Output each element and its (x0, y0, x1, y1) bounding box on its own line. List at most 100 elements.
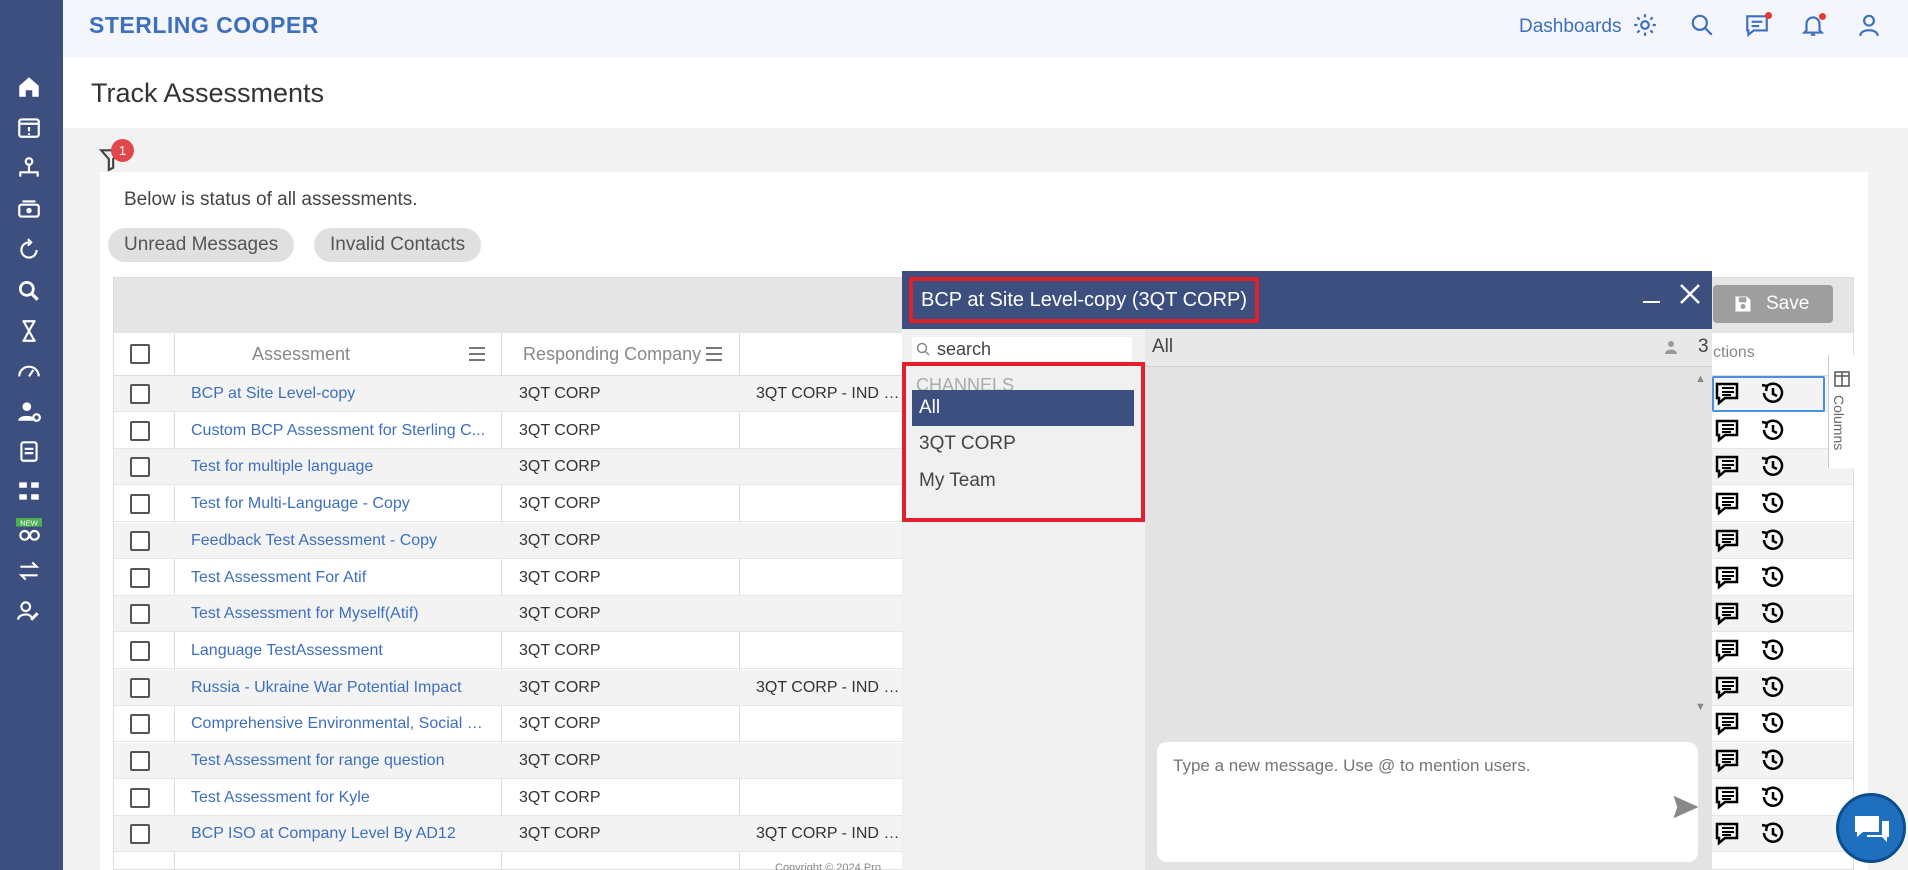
assessment-link[interactable]: Feedback Test Assessment - Copy (191, 523, 491, 559)
user-profile-icon[interactable] (1856, 12, 1886, 42)
message-list-icon[interactable] (1713, 819, 1741, 847)
gauge-icon[interactable] (14, 356, 44, 386)
message-list-icon[interactable] (1713, 416, 1741, 444)
assessment-link[interactable]: Comprehensive Environmental, Social & ..… (191, 706, 491, 742)
new-badge-text: NEW (20, 519, 39, 528)
column-header-assessment[interactable]: Assessment (176, 333, 426, 376)
hierarchy-icon[interactable] (14, 476, 44, 506)
message-input[interactable] (1157, 742, 1647, 862)
row-checkbox[interactable] (130, 714, 150, 735)
history-icon[interactable] (1758, 599, 1786, 627)
assessment-link[interactable]: Test for multiple language (191, 449, 491, 485)
message-compose-box (1157, 742, 1701, 862)
scroll-up-arrow[interactable]: ▲ (1695, 373, 1706, 385)
assessment-link[interactable]: Test Assessment for Myself(Atif) (191, 596, 491, 632)
message-list-icon[interactable] (1713, 636, 1741, 664)
columns-side-tab[interactable]: Columns (1828, 355, 1855, 468)
message-list-icon[interactable] (1713, 783, 1741, 811)
history-icon[interactable] (1758, 416, 1786, 444)
row-checkbox[interactable] (130, 420, 150, 441)
new-tools-icon[interactable]: NEW (14, 516, 44, 546)
row-checkbox[interactable] (130, 824, 150, 845)
money-stack-icon[interactable] (14, 194, 44, 224)
history-icon[interactable] (1758, 709, 1786, 737)
assessment-link[interactable]: Test Assessment for Kyle (191, 780, 491, 816)
channel-item-all[interactable]: All (912, 390, 1134, 426)
calendar-alert-icon[interactable] (14, 112, 44, 142)
message-list-icon[interactable] (1713, 452, 1741, 480)
brand-logo[interactable]: STERLING COOPER (89, 12, 319, 39)
column-header-responding-company[interactable]: Responding Company (518, 333, 714, 376)
channel-item-3qt-corp[interactable]: 3QT CORP (912, 426, 1134, 462)
history-icon[interactable] (1758, 783, 1786, 811)
message-list-icon[interactable] (1713, 599, 1741, 627)
assessment-column-menu-icon[interactable] (469, 347, 485, 361)
assessment-link[interactable]: Test Assessment for range question (191, 743, 491, 779)
history-icon[interactable] (1758, 673, 1786, 701)
support-chat-bubble[interactable] (1836, 793, 1906, 863)
unread-messages-chip[interactable]: Unread Messages (108, 228, 295, 262)
messages-icon[interactable] (1744, 12, 1774, 42)
settings-gear-icon[interactable] (1632, 12, 1662, 42)
org-chart-icon[interactable] (14, 153, 44, 183)
message-list-icon[interactable] (1713, 489, 1741, 517)
clipboard-icon[interactable] (14, 436, 44, 466)
user-gear-icon[interactable] (14, 396, 44, 426)
minimize-icon[interactable] (1643, 301, 1660, 303)
channel-search-input[interactable]: search (912, 337, 1132, 361)
home-icon[interactable] (14, 72, 44, 102)
hamburger-menu-icon[interactable] (15, 17, 41, 39)
message-list-icon[interactable] (1713, 709, 1741, 737)
channel-item-my-team[interactable]: My Team (912, 463, 1134, 499)
invalid-contacts-chip[interactable]: Invalid Contacts (314, 228, 482, 262)
history-icon[interactable] (1758, 563, 1786, 591)
history-icon[interactable] (1758, 819, 1786, 847)
history-icon[interactable] (1758, 452, 1786, 480)
scroll-down-arrow[interactable]: ▼ (1695, 701, 1706, 713)
transfer-icon[interactable] (14, 556, 44, 586)
assessment-link[interactable]: BCP ISO at Company Level By AD12 (191, 816, 491, 852)
user-edit-icon[interactable] (14, 596, 44, 626)
row-checkbox[interactable] (130, 494, 150, 515)
row-checkbox[interactable] (130, 787, 150, 808)
dashboards-link[interactable]: Dashboards (1519, 16, 1621, 38)
assessment-link[interactable]: Russia - Ukraine War Potential Impact (191, 670, 491, 706)
history-icon[interactable] (1758, 746, 1786, 774)
row-checkbox[interactable] (130, 530, 150, 551)
message-list-icon[interactable] (1713, 673, 1741, 701)
message-list-icon[interactable] (1713, 563, 1741, 591)
search-people-icon[interactable] (14, 276, 44, 306)
column-header-actions[interactable]: ctions (1713, 344, 1755, 362)
message-list-icon[interactable] (1713, 746, 1741, 774)
select-all-checkbox[interactable] (130, 344, 150, 364)
member-count: 3 (1698, 336, 1709, 357)
hourglass-icon[interactable] (14, 316, 44, 346)
history-icon[interactable] (1758, 489, 1786, 517)
history-icon[interactable] (1758, 636, 1786, 664)
notifications-bell-icon[interactable] (1800, 12, 1830, 42)
assessment-link[interactable]: BCP at Site Level-copy (191, 376, 491, 412)
assessment-link[interactable]: Custom BCP Assessment for Sterling C... (191, 413, 491, 449)
messages-dot (1765, 12, 1772, 19)
send-icon[interactable] (1671, 792, 1701, 822)
assessment-link[interactable]: Test for Multi-Language - Copy (191, 486, 491, 522)
assessment-link[interactable]: Test Assessment For Atif (191, 560, 491, 596)
search-icon[interactable] (1689, 12, 1719, 42)
assessment-link[interactable]: Language TestAssessment (191, 633, 491, 669)
company-column-menu-icon[interactable] (706, 347, 722, 361)
save-button[interactable]: Save (1713, 285, 1833, 323)
row-checkbox[interactable] (130, 567, 150, 588)
row-checkbox[interactable] (130, 751, 150, 771)
row-checkbox[interactable] (130, 677, 150, 698)
row-checkbox[interactable] (130, 604, 150, 625)
responding-company-cell: 3QT CORP (519, 752, 601, 769)
row-checkbox[interactable] (130, 640, 150, 661)
chat-header: BCP at Site Level-copy (3QT CORP) (902, 271, 1712, 329)
message-list-icon[interactable] (1713, 526, 1741, 554)
row-checkbox[interactable] (130, 384, 150, 404)
cycle-icon[interactable] (14, 235, 44, 265)
footer-copyright: Copyright © 2024 Pro (775, 862, 881, 870)
row-checkbox[interactable] (130, 457, 150, 478)
close-icon[interactable] (1679, 283, 1701, 305)
history-icon[interactable] (1758, 526, 1786, 554)
